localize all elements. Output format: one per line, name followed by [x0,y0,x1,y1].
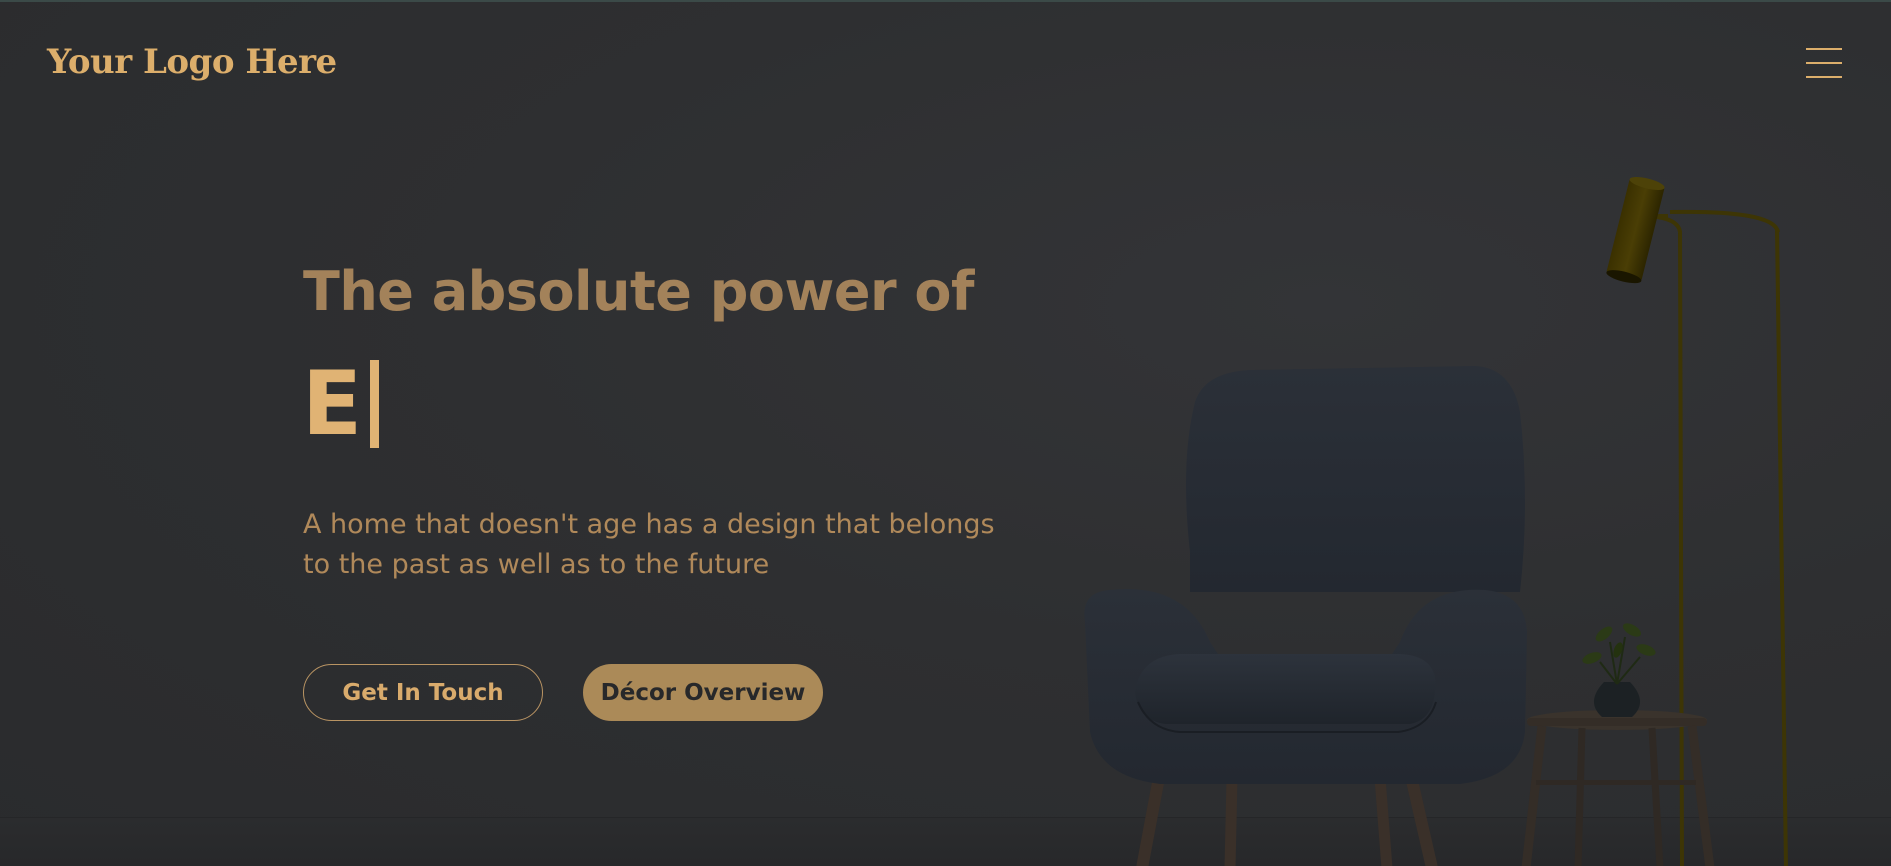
typed-word: E [302,352,380,455]
typing-caret [370,360,380,448]
hero-title: The absolute power of [303,260,975,323]
decor-overview-button[interactable]: Décor Overview [583,664,823,721]
hero-page: Your Logo Here The absolute power of E A… [0,0,1891,866]
get-in-touch-button[interactable]: Get In Touch [303,664,543,721]
furniture-illustration [1084,176,1788,866]
logo[interactable]: Your Logo Here [47,42,337,82]
armchair [1084,366,1527,866]
hero-subtitle: A home that doesn't age has a design tha… [303,509,995,580]
typed-text: E [302,352,363,455]
hamburger-menu-icon[interactable] [1806,48,1842,84]
